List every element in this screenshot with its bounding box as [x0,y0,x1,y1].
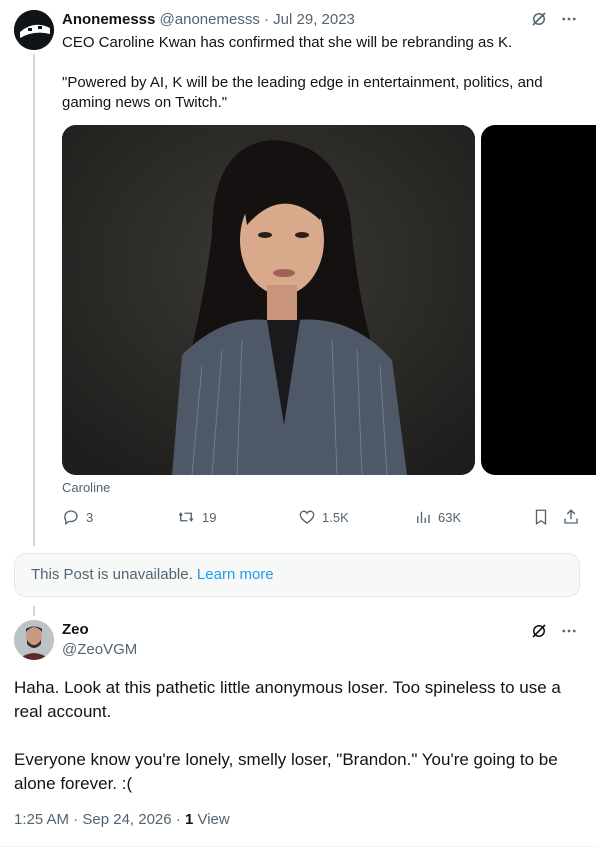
share-icon [562,508,580,526]
tweet-text: CEO Caroline Kwan has confirmed that she… [62,33,582,133]
views-button[interactable]: 63K [414,508,461,526]
grok-icon[interactable] [530,622,548,640]
avatar-face-icon [14,10,54,50]
separator-dot: · [264,11,269,28]
share-button[interactable] [562,508,580,526]
repost-icon [176,508,196,526]
thread-line [33,606,35,616]
post-meta: 1:25 AM · Sep 24, 2026 · 1 View [14,811,230,828]
author-handle[interactable]: @anonemesss [160,11,260,28]
unavailable-text: This Post is unavailable. [31,566,193,583]
tweet-actions: 3 19 1.5K 63K [62,508,582,528]
tweet-header-actions [530,622,578,640]
like-icon [298,508,316,526]
tweet-paragraph: Haha. Look at this pathetic little anony… [14,678,561,721]
grok-icon[interactable] [530,10,548,28]
author-name[interactable]: Zeo [62,621,89,638]
like-button[interactable]: 1.5K [298,508,349,526]
reply-count: 3 [86,509,94,525]
post-timestamp[interactable]: 1:25 AM · Sep 24, 2026 · [14,811,185,828]
tweet-paragraph: Everyone know you're lonely, smelly lose… [14,750,558,793]
avatar-person-icon [14,620,54,660]
tweet-text: Haha. Look at this pathetic little anony… [14,676,584,820]
more-icon[interactable] [560,622,578,640]
avatar[interactable] [14,620,54,660]
divider [0,846,596,847]
repost-button[interactable]: 19 [176,508,216,526]
tweet-header: Anonemesss @anonemesss · Jul 29, 2023 [62,10,355,30]
view-label: View [193,811,230,828]
thread-line [33,54,35,546]
tweet-text-line: CEO Caroline Kwan has confirmed that she… [62,34,513,51]
tweet-text-quote: "Powered by AI, K will be the leading ed… [62,74,543,111]
views-icon [414,508,432,526]
media-photo-2[interactable] [481,125,596,475]
portrait-photo-icon [62,125,475,475]
repost-count: 19 [202,509,217,525]
media-photo[interactable] [62,125,475,475]
author-handle[interactable]: @ZeoVGM [62,641,137,658]
post-date[interactable]: Jul 29, 2023 [273,11,355,28]
author-name[interactable]: Anonemesss [62,11,155,28]
learn-more-link[interactable]: Learn more [197,566,274,583]
like-count: 1.5K [322,509,349,525]
bookmark-button[interactable] [532,508,550,526]
unavailable-notice: This Post is unavailable. Learn more [14,553,580,597]
tweet-header-actions [530,10,578,28]
reply-icon [62,508,80,526]
reply-button[interactable]: 3 [62,508,93,526]
bookmark-icon [532,508,550,526]
views-count: 63K [438,509,462,525]
avatar[interactable] [14,10,54,50]
more-icon[interactable] [560,10,578,28]
media-caption: Caroline [62,480,111,495]
